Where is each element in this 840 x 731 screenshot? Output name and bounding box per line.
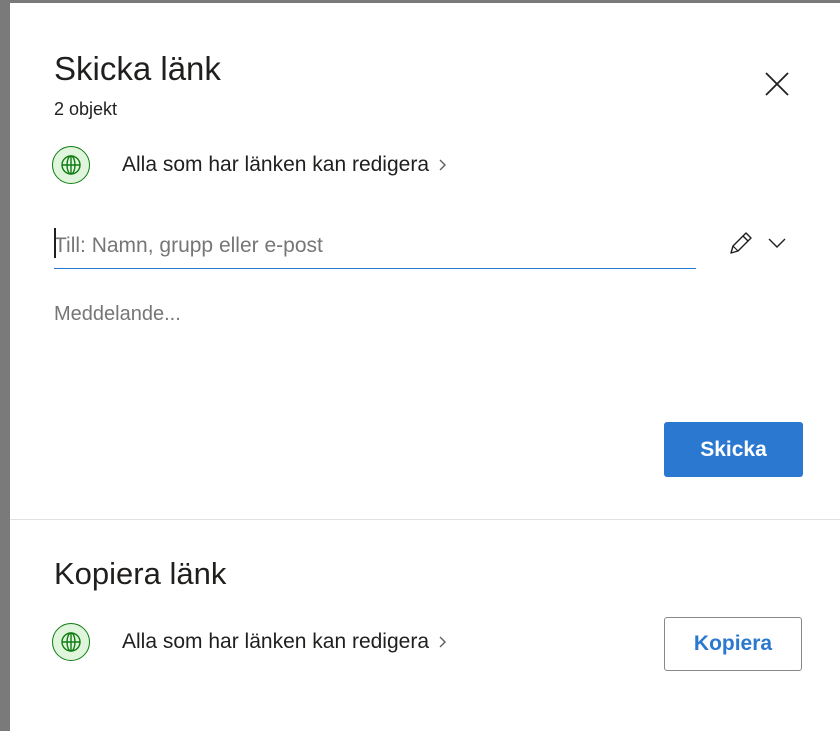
copy-button[interactable]: Kopiera: [664, 617, 802, 671]
copy-link-setting-label: Alla som har länken kan redigera: [122, 630, 430, 653]
chevron-right-icon: [439, 159, 447, 171]
window-frame-left: [0, 0, 10, 731]
close-icon: [765, 72, 789, 96]
send-link-setting-label: Alla som har länken kan redigera: [122, 153, 430, 176]
copy-link-title: Kopiera länk: [54, 556, 227, 591]
item-count: 2 objekt: [54, 99, 118, 119]
globe-icon: [52, 623, 90, 661]
send-button[interactable]: Skicka: [664, 422, 803, 477]
chevron-down-icon: [768, 238, 786, 248]
globe-icon: [52, 146, 90, 184]
permission-dropdown-button[interactable]: [726, 227, 790, 259]
dialog-title: Skicka länk: [54, 50, 221, 87]
message-input[interactable]: [54, 303, 774, 403]
share-dialog: Skicka länk 2 objekt Alla som har länken…: [10, 3, 840, 731]
close-button[interactable]: [762, 69, 792, 99]
text-cursor: [54, 228, 56, 258]
send-link-settings[interactable]: Alla som har länken kan redigera: [52, 145, 448, 185]
recipient-input[interactable]: [54, 223, 696, 269]
chevron-right-icon: [439, 636, 447, 648]
copy-link-settings[interactable]: Alla som har länken kan redigera: [52, 622, 448, 662]
section-divider: [10, 519, 840, 520]
pencil-icon: [730, 232, 752, 254]
